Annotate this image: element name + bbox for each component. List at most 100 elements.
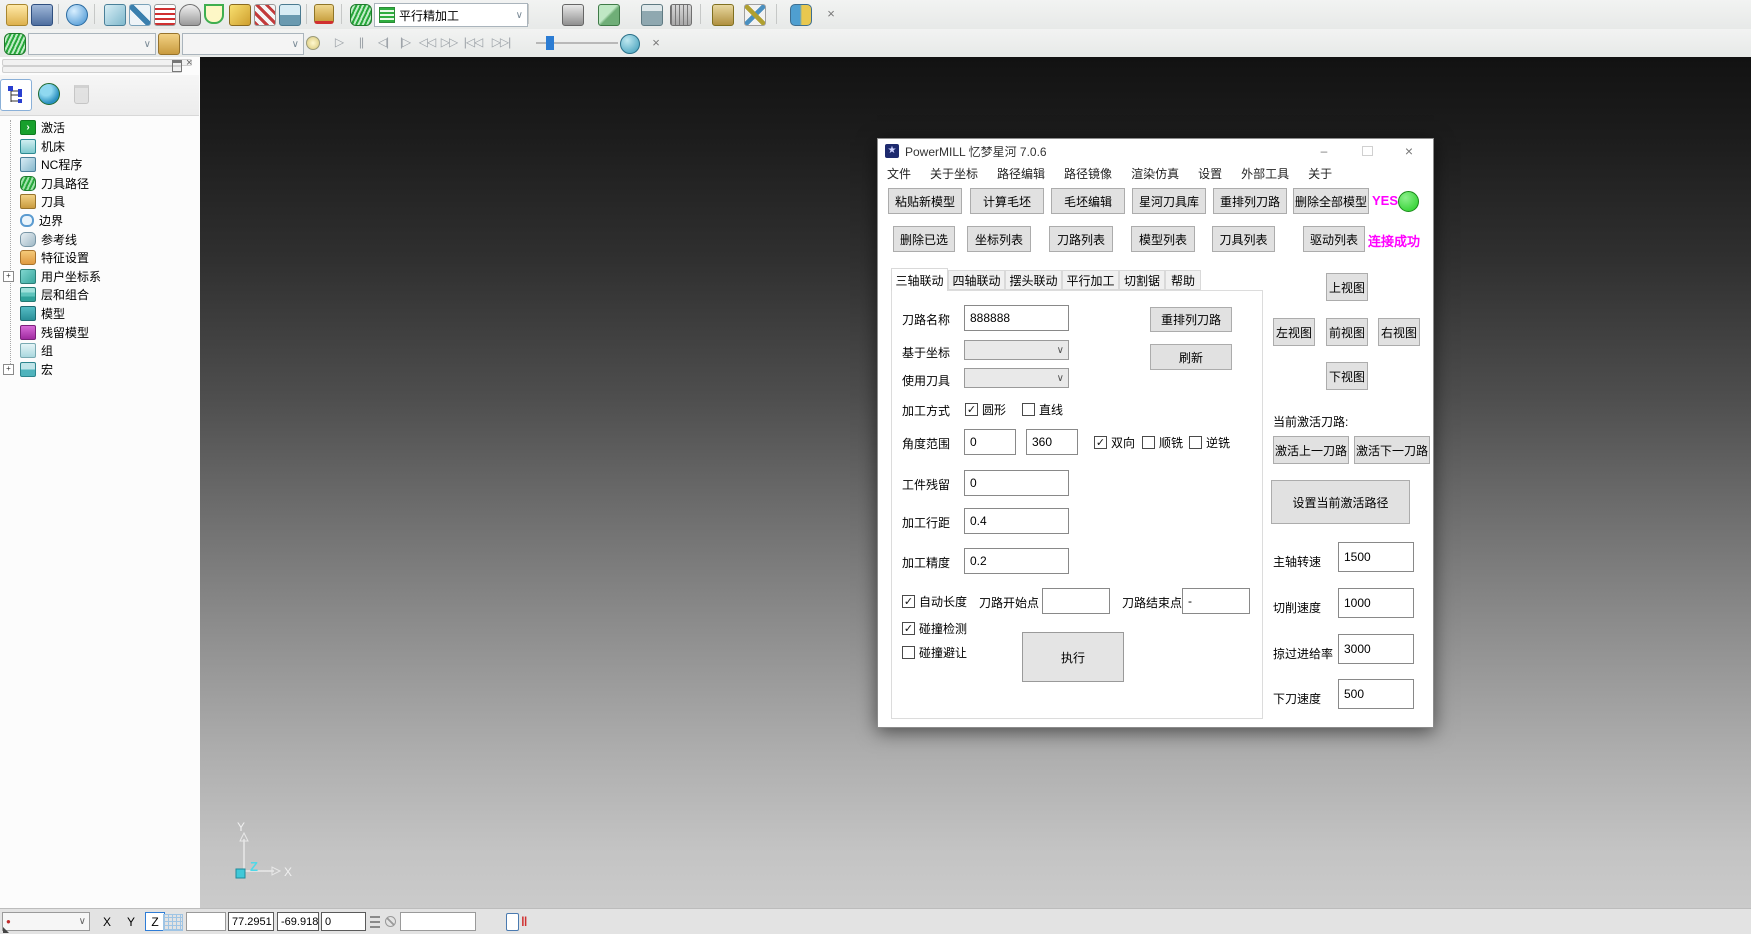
chevron-down-icon[interactable]: ∨ — [1057, 345, 1064, 356]
explorer-globe-tab[interactable] — [34, 79, 64, 109]
transform-arrows-icon[interactable] — [744, 4, 766, 26]
block-edit-button[interactable]: 毛坯编辑 — [1051, 188, 1125, 214]
tool-pair-icon[interactable] — [712, 4, 734, 26]
tab-parallel[interactable]: 平行加工 — [1062, 270, 1119, 290]
checkbox-conventional-mill[interactable]: 逆铣 — [1189, 434, 1230, 451]
use-tool-select[interactable]: ∨ — [964, 368, 1069, 388]
angle-to-input[interactable]: 360 — [1026, 429, 1078, 455]
tool-list-button[interactable]: 刀具列表 — [1212, 226, 1275, 252]
toolpath-spring-icon[interactable] — [4, 33, 26, 55]
ball-tool-icon[interactable] — [179, 4, 201, 26]
toolbar-close-icon[interactable]: × — [648, 34, 664, 50]
set-active-path-button[interactable]: 设置当前激活路径 — [1271, 480, 1410, 524]
tree-item-macros[interactable]: + 宏 — [0, 360, 198, 378]
menu-file[interactable]: 文件 — [887, 165, 911, 182]
tool-verify-icon[interactable] — [598, 4, 620, 26]
spindle-speed-input[interactable]: 1500 — [1338, 542, 1414, 572]
save-icon[interactable] — [31, 4, 53, 26]
checkbox-collision-avoid[interactable]: 碰撞避让 — [902, 644, 967, 661]
tree-item-workplanes[interactable]: + 用户坐标系 — [0, 267, 198, 285]
coord-y-field[interactable]: -69.918 — [277, 912, 319, 931]
tab-3axis[interactable]: 三轴联动 — [891, 268, 948, 291]
tab-help[interactable]: 帮助 — [1165, 270, 1201, 290]
grid-snap-icon[interactable] — [163, 914, 183, 931]
axis-y-button[interactable]: Y — [121, 912, 141, 931]
based-coord-select[interactable]: ∨ — [964, 340, 1069, 360]
tree-item-toolpaths[interactable]: 刀具路径 — [0, 174, 198, 192]
explorer-tree-tab[interactable] — [0, 79, 32, 111]
rearrange-button[interactable]: 重排列刀路 — [1150, 307, 1232, 332]
checkbox-circle[interactable]: ✓ 圆形 — [965, 401, 1006, 418]
maximize-button[interactable] — [1359, 143, 1375, 159]
tree-item-feature-sets[interactable]: 特征设置 — [0, 248, 198, 266]
chevron-down-icon[interactable]: ∨ — [516, 10, 523, 21]
delete-all-models-button[interactable]: 删除全部模型 — [1293, 188, 1369, 214]
plunge-feed-input[interactable]: 500 — [1338, 679, 1414, 709]
measure-field[interactable] — [400, 912, 476, 931]
panel-restore-icon[interactable] — [172, 60, 182, 72]
status-dropdown[interactable]: ● ∨ — [2, 912, 90, 931]
view-front-button[interactable]: 前视图 — [1326, 318, 1368, 346]
tab-tilt-head[interactable]: 摆头联动 — [1005, 270, 1062, 290]
tree-item-nc-program[interactable]: NC程序 — [0, 155, 198, 173]
step-back-icon[interactable]: ◁| — [372, 35, 394, 51]
tree-item-boundaries[interactable]: 边界 — [0, 211, 198, 229]
corner-grip[interactable] — [3, 927, 9, 933]
rearrange-toolpaths-button[interactable]: 重排列刀路 — [1213, 188, 1287, 214]
checkbox-line[interactable]: 直线 — [1022, 401, 1063, 418]
sim-tool-combo[interactable]: ∨ — [182, 33, 304, 55]
tab-4axis[interactable]: 四轴联动 — [948, 270, 1005, 290]
toolbar-close-icon[interactable]: × — [823, 5, 839, 21]
active-strategy-combo[interactable]: 平行精加工 ∨ — [374, 3, 528, 27]
view-right-button[interactable]: 右视图 — [1378, 318, 1420, 346]
chevron-down-icon[interactable]: ∨ — [79, 916, 86, 927]
simulation-clock-icon[interactable] — [620, 34, 640, 54]
menu-settings[interactable]: 设置 — [1198, 165, 1222, 182]
step-forward-icon[interactable]: |▷ — [394, 35, 416, 51]
tree-item-groups[interactable]: 组 — [0, 341, 198, 359]
calculator-icon[interactable] — [641, 4, 663, 26]
panel-close-icon[interactable]: × — [186, 58, 192, 68]
locate-point-icon[interactable] — [385, 916, 396, 927]
activate-prev-toolpath-button[interactable]: 激活上一刀路 — [1273, 436, 1349, 464]
drive-list-button[interactable]: 驱动列表 — [1303, 226, 1365, 252]
reference-points-icon[interactable] — [254, 4, 276, 26]
toolpath-spring-icon[interactable] — [350, 4, 372, 26]
rewind-icon[interactable]: ◁◁ — [416, 35, 438, 51]
coord-list-button[interactable]: 坐标列表 — [967, 226, 1031, 252]
tree-item-machine[interactable]: 机床 — [0, 137, 198, 155]
pause-icon[interactable]: || — [350, 35, 372, 51]
paste-new-model-button[interactable]: 粘贴新模型 — [888, 188, 962, 214]
tree-item-stock-models[interactable]: 残留模型 — [0, 323, 198, 341]
rapid-feed-input[interactable]: 3000 — [1338, 634, 1414, 664]
checkbox-auto-length[interactable]: ✓ 自动长度 — [902, 593, 967, 610]
stepover-input[interactable]: 0.4 — [964, 508, 1069, 534]
sim-toolpath-combo[interactable]: ∨ — [28, 33, 156, 55]
view-left-button[interactable]: 左视图 — [1273, 318, 1315, 346]
coord-x-field[interactable]: 77.2951 — [228, 912, 274, 931]
clipboard-pause-icon[interactable] — [506, 913, 519, 931]
view-bottom-button[interactable]: 下视图 — [1326, 362, 1368, 390]
end-point-input[interactable]: - — [1182, 588, 1250, 614]
block-icon[interactable] — [104, 4, 126, 26]
open-file-icon[interactable] — [6, 4, 28, 26]
boundary-icon[interactable] — [204, 4, 224, 24]
refresh-button[interactable]: 刷新 — [1150, 344, 1232, 370]
chevron-down-icon[interactable]: ∨ — [1057, 373, 1064, 384]
cutting-feed-input[interactable]: 1000 — [1338, 588, 1414, 618]
pattern-pencil-icon[interactable] — [229, 4, 251, 26]
leads-links-icon[interactable] — [129, 4, 151, 26]
panel-grip[interactable] — [2, 66, 182, 73]
tool-library-button[interactable]: 星河刀具库 — [1132, 188, 1206, 214]
tree-item-activate[interactable]: › 激活 — [0, 118, 198, 136]
axis-x-button[interactable]: X — [97, 912, 117, 931]
fast-forward-icon[interactable]: ▷▷ — [438, 35, 460, 51]
grid-size-field[interactable] — [186, 912, 226, 931]
menu-render-sim[interactable]: 渲染仿真 — [1131, 165, 1179, 182]
chevron-down-icon[interactable]: ∨ — [292, 39, 299, 50]
tree-item-models[interactable]: 模型 — [0, 304, 198, 322]
expand-icon[interactable]: + — [3, 364, 14, 375]
toolpath-list-button[interactable]: 刀路列表 — [1049, 226, 1113, 252]
calc-block-button[interactable]: 计算毛坯 — [970, 188, 1044, 214]
menu-path-edit[interactable]: 路径编辑 — [997, 165, 1045, 182]
